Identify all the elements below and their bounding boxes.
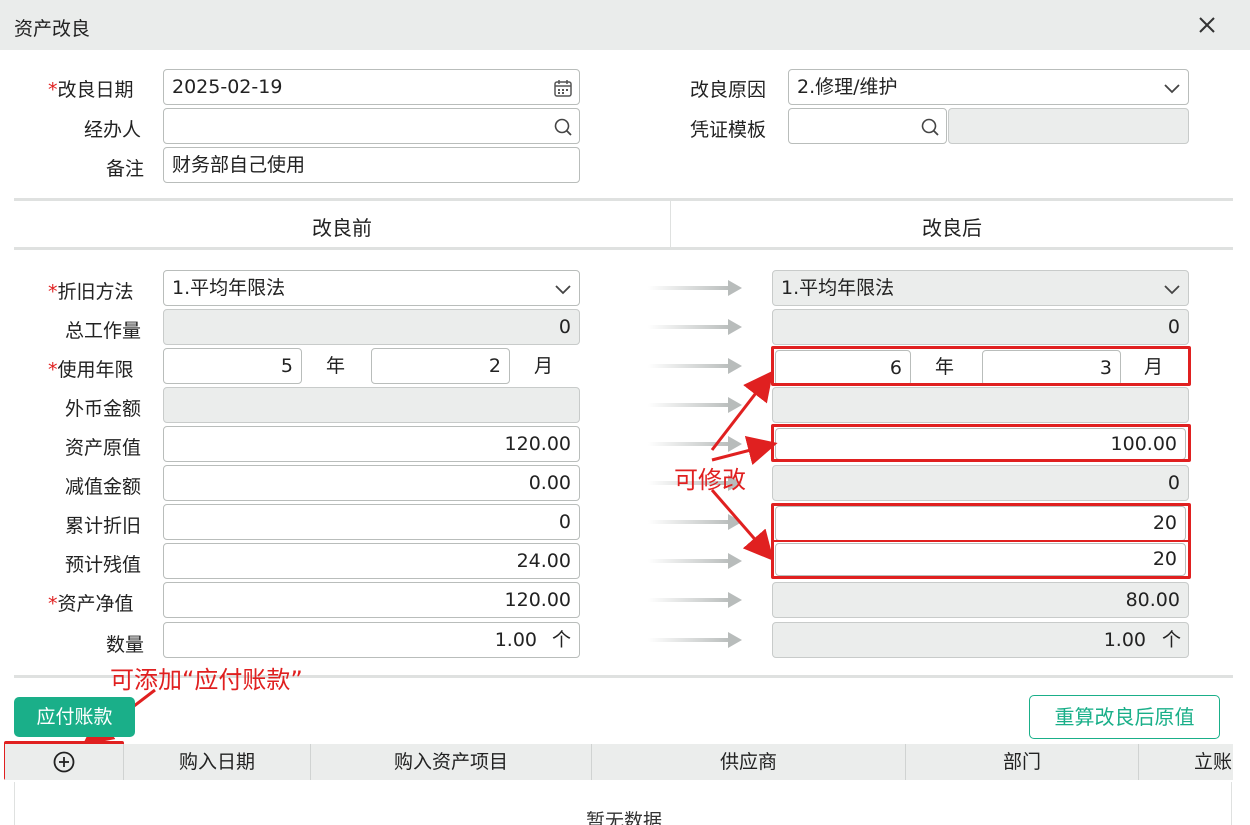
highlight-original-value <box>771 424 1191 462</box>
recalc-original-value-button[interactable]: 重算改良后原值 <box>1029 695 1220 739</box>
handler-label: 经办人 <box>84 119 142 141</box>
impairment-before[interactable]: 0.00 <box>163 465 580 501</box>
residual-value-before[interactable]: 24.00 <box>163 543 580 579</box>
quantity-unit: 个 <box>1162 629 1182 651</box>
divider <box>14 247 1233 250</box>
total-workload-label: 总工作量 <box>65 320 142 342</box>
remark-label: 备注 <box>106 158 145 180</box>
voucher-template-input[interactable] <box>788 108 947 144</box>
quantity-before[interactable]: 1.00 <box>163 622 580 658</box>
column-header-purchase-date[interactable]: 购入日期 <box>123 744 310 780</box>
net-value-label: *资产净值 <box>48 593 134 615</box>
useful-life-before-months[interactable]: 2 <box>371 348 510 384</box>
arrow-right-icon <box>648 592 742 608</box>
after-section-title: 改良后 <box>922 216 982 240</box>
improve-date-label: *改良日期 <box>48 79 134 101</box>
depreciation-method-label: *折旧方法 <box>48 281 134 303</box>
handler-input[interactable] <box>163 108 580 144</box>
depreciation-method-before-select[interactable]: 1.平均年限法 <box>163 270 580 306</box>
impairment-after: 0 <box>772 465 1189 501</box>
reason-label: 改良原因 <box>690 79 767 101</box>
accum-depreciation-label: 累计折旧 <box>65 515 142 537</box>
arrow-right-icon <box>648 319 742 335</box>
voucher-template-name <box>948 108 1189 144</box>
total-workload-after: 0 <box>772 309 1189 345</box>
highlight-divider <box>774 540 1188 542</box>
net-value-before[interactable]: 120.00 <box>163 582 580 618</box>
useful-life-before-years[interactable]: 5 <box>163 348 302 384</box>
column-header-account[interactable]: 立账 <box>1138 744 1235 780</box>
arrow-right-icon <box>648 436 742 452</box>
accum-depreciation-before[interactable]: 0 <box>163 504 580 540</box>
arrow-right-icon <box>648 553 742 569</box>
improve-date-input[interactable]: 2025-02-19 <box>163 69 580 105</box>
remark-input[interactable]: 财务部自己使用 <box>163 147 580 183</box>
column-header-supplier[interactable]: 供应商 <box>591 744 905 780</box>
fx-amount-after <box>772 387 1189 423</box>
fx-amount-label: 外币金额 <box>65 398 142 420</box>
annotation-editable: 可修改 <box>674 466 746 494</box>
arrow-right-icon <box>648 358 742 374</box>
depreciation-method-after-select[interactable]: 1.平均年限法 <box>772 270 1189 306</box>
search-icon[interactable] <box>920 117 940 137</box>
impairment-label: 减值金额 <box>65 476 142 498</box>
divider <box>14 198 1233 201</box>
original-value-label: 资产原值 <box>65 437 142 459</box>
title-bar: 资产改良 <box>0 0 1250 50</box>
table-header: 购入日期 购入资产项目 供应商 部门 立账 <box>5 744 1235 780</box>
quantity-after: 1.00 <box>772 622 1189 658</box>
chevron-down-icon[interactable] <box>1162 78 1182 98</box>
add-circle-icon[interactable] <box>53 751 75 773</box>
payables-button[interactable]: 应付账款 <box>14 697 135 737</box>
fx-amount-before <box>163 387 580 423</box>
column-header-department[interactable]: 部门 <box>905 744 1138 780</box>
total-workload-before: 0 <box>163 309 580 345</box>
search-icon[interactable] <box>553 117 573 137</box>
arrow-right-icon <box>648 280 742 296</box>
calendar-icon[interactable] <box>553 78 573 98</box>
residual-value-label: 预计残值 <box>65 554 142 576</box>
chevron-down-icon[interactable] <box>553 279 573 299</box>
arrow-right-icon <box>648 632 742 648</box>
month-unit: 月 <box>534 355 554 377</box>
column-header-purchase-item[interactable]: 购入资产项目 <box>310 744 591 780</box>
arrow-right-icon <box>648 514 742 530</box>
empty-state-text: 暂无数据 <box>585 810 662 825</box>
asset-improvement-dialog: 资产改良 *改良日期 2025-02-19 经办人 备注 财务部自己使用 改良原… <box>0 0 1250 825</box>
chevron-down-icon[interactable] <box>1162 279 1182 299</box>
original-value-before[interactable]: 120.00 <box>163 426 580 462</box>
net-value-after: 80.00 <box>772 582 1189 618</box>
arrow-right-icon <box>648 397 742 413</box>
useful-life-label: *使用年限 <box>48 359 134 381</box>
quantity-unit: 个 <box>552 629 572 651</box>
before-section-title: 改良前 <box>312 216 372 240</box>
quantity-label: 数量 <box>106 634 145 656</box>
voucher-template-label: 凭证模板 <box>690 119 767 141</box>
scrollbar[interactable] <box>1233 50 1250 825</box>
annotation-can-add: 可添加“应付账款” <box>110 666 303 694</box>
dialog-title: 资产改良 <box>14 18 91 40</box>
year-unit: 年 <box>326 355 346 377</box>
table-body: 暂无数据 <box>14 782 1232 825</box>
close-icon[interactable] <box>1192 10 1222 40</box>
reason-select[interactable]: 2.修理/维护 <box>788 69 1189 105</box>
highlight-useful-life <box>771 346 1191 386</box>
